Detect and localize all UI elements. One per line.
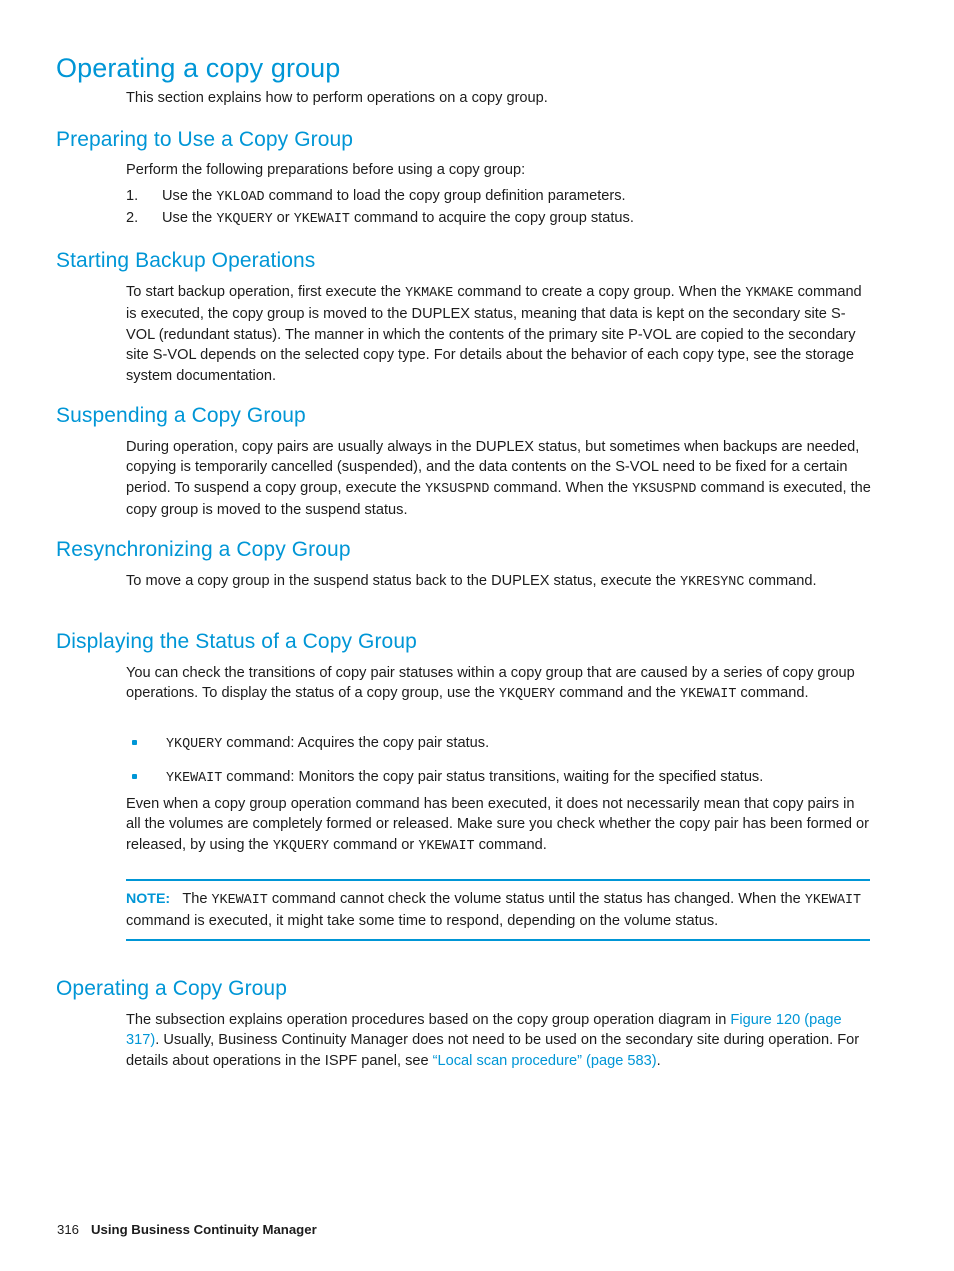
starting-backup-paragraph: To start backup operation, first execute…: [126, 282, 871, 386]
footer-page-number: 316: [57, 1222, 80, 1237]
command-name: YKQUERY: [166, 737, 223, 752]
list-item: YKEWAIT command: Monitors the copy pair …: [126, 767, 871, 789]
command-name: YKSUSPND: [632, 481, 697, 497]
command-name: YKEWAIT: [680, 687, 737, 703]
text-segment: command to create a copy group. When the: [453, 284, 746, 300]
note-text: NOTE: The YKEWAIT command cannot check t…: [126, 881, 870, 940]
displaying-status-paragraph-2: Even when a copy group operation command…: [126, 794, 871, 857]
page-footer: 316 Using Business Continuity Manager: [57, 1222, 317, 1237]
text-segment: To move a copy group in the suspend stat…: [126, 573, 681, 589]
command-name: YKQUERY: [272, 838, 330, 854]
note-label: NOTE:: [126, 890, 171, 907]
link-local-scan-procedure[interactable]: “Local scan procedure” (page 583): [433, 1053, 657, 1069]
step-text-pre: Use the: [162, 210, 217, 227]
preparing-lead-text: Perform the following preparations befor…: [126, 162, 526, 178]
step-number: 1.: [126, 188, 139, 204]
bullet-icon: [132, 740, 137, 745]
command-name: YKSUSPND: [425, 481, 490, 497]
bullet-text: command: Monitors the copy pair status t…: [222, 769, 764, 786]
text-segment: The: [182, 890, 212, 907]
command-name: YKLOAD: [216, 190, 265, 205]
command-name: YKMAKE: [745, 286, 794, 301]
displaying-status-paragraph-1: You can check the transitions of copy pa…: [126, 663, 871, 706]
intro-text: This section explains how to perform ope…: [126, 90, 548, 106]
step-number: 2.: [126, 210, 139, 227]
step-text-post: command to acquire the copy group status…: [349, 210, 634, 227]
step-text-pre: Use the: [162, 188, 217, 204]
command-name: YKMAKE: [405, 286, 454, 301]
note-bottom-rule: [126, 939, 870, 941]
command-name: YKEWAIT: [804, 892, 862, 908]
heading-preparing-to-use-a-copy-group: Preparing to Use a Copy Group: [56, 128, 354, 151]
heading-resynchronizing-a-copy-group: Resynchronizing a Copy Group: [56, 538, 351, 561]
text-segment: command.: [474, 836, 547, 853]
heading-operating-a-copy-group: Operating a Copy Group: [56, 977, 287, 1000]
command-name: YKQUERY: [498, 687, 556, 703]
document-page: Operating a copy group This section expl…: [0, 0, 954, 1271]
list-item: 1. Use the YKLOAD command to load the cop…: [126, 186, 871, 208]
bullet-icon: [132, 774, 137, 780]
command-name: YKEWAIT: [418, 838, 475, 854]
heading-displaying-the-status-of-a-copy-group: Displaying the Status of a Copy Group: [56, 630, 417, 653]
list-item: YKQUERY command: Acquires the copy pair …: [126, 733, 871, 755]
heading-suspending-a-copy-group: Suspending a Copy Group: [56, 404, 306, 427]
resynchronizing-paragraph: To move a copy group in the suspend stat…: [126, 571, 871, 593]
text-segment: command or: [329, 836, 419, 853]
list-item: 2. Use the YKQUERY or YKEWAIT command to …: [126, 208, 871, 230]
command-name: YKEWAIT: [293, 212, 350, 228]
heading-starting-backup-operations: Starting Backup Operations: [56, 249, 316, 272]
intro-paragraph: This section explains how to perform ope…: [126, 88, 871, 108]
text-segment: command is executed, it might take some …: [126, 913, 719, 929]
command-name: YKEWAIT: [166, 771, 223, 787]
text-segment: .: [656, 1052, 661, 1069]
command-name: YKQUERY: [216, 212, 273, 228]
note-block: NOTE: The YKEWAIT command cannot check t…: [126, 879, 870, 941]
text-segment: command. When the: [489, 479, 633, 496]
text-segment: To start backup operation, first execute…: [126, 284, 406, 300]
preparing-lead-paragraph: Perform the following preparations befor…: [126, 160, 871, 180]
text-segment: The subsection explains operation proced…: [126, 1012, 731, 1028]
suspending-paragraph: During operation, copy pairs are usually…: [126, 437, 871, 521]
text-segment: command cannot check the volume status u…: [267, 890, 805, 907]
preparing-steps-list: 1. Use the YKLOAD command to load the cop…: [126, 186, 871, 231]
command-name: YKEWAIT: [211, 892, 268, 908]
footer-title: Using Business Continuity Manager: [91, 1222, 317, 1237]
text-segment: command and the: [555, 685, 681, 702]
operating-paragraph: The subsection explains operation proced…: [126, 1010, 871, 1071]
text-segment: command.: [744, 573, 817, 589]
displaying-status-bullet-list: YKQUERY command: Acquires the copy pair …: [126, 733, 871, 802]
step-text-post: command to load the copy group definitio…: [264, 188, 626, 204]
command-name: YKRESYNC: [680, 575, 745, 590]
step-text-mid: or: [272, 210, 294, 227]
page-title: Operating a copy group: [56, 53, 341, 83]
text-segment: command.: [736, 685, 809, 702]
bullet-text: command: Acquires the copy pair status.: [222, 735, 490, 751]
